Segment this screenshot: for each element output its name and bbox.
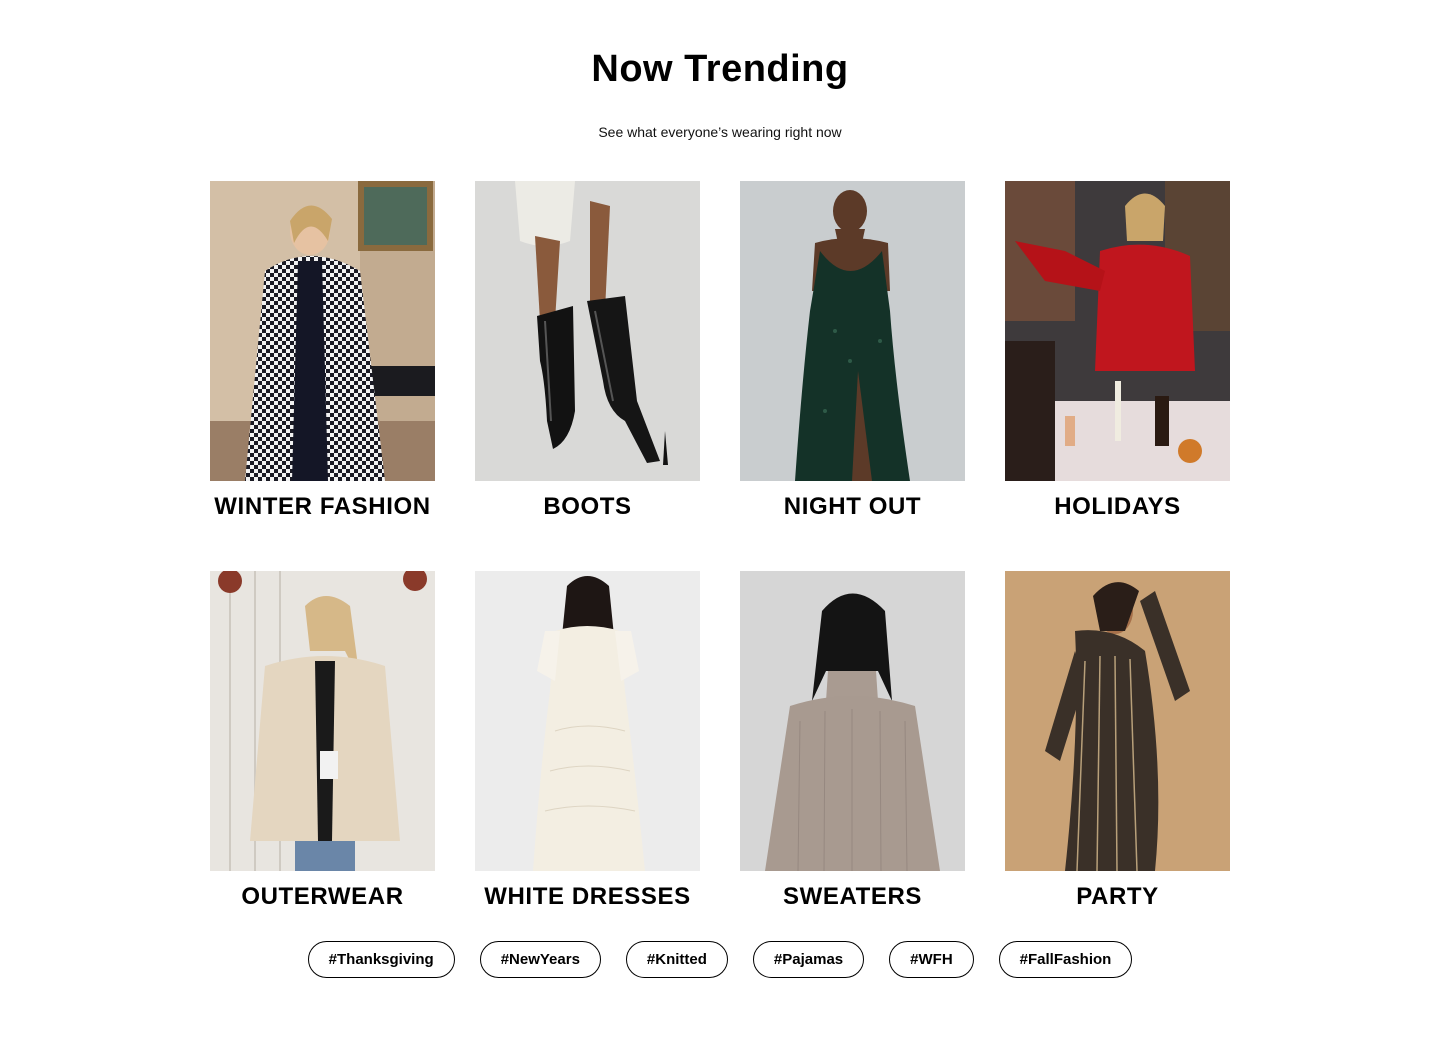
category-label[interactable]: NIGHT OUT	[740, 493, 965, 521]
category-image[interactable]	[740, 571, 965, 871]
category-label[interactable]: PARTY	[1005, 883, 1230, 911]
category-card-white-dresses[interactable]: WHITE DRESSES	[475, 571, 700, 912]
category-card-outerwear[interactable]: OUTERWEAR	[210, 571, 435, 912]
hashtag-knitted-button[interactable]: #Knitted	[625, 941, 728, 978]
hashtag-pajamas-button[interactable]: #Pajamas	[752, 941, 865, 978]
category-image[interactable]	[740, 181, 965, 481]
category-card-party[interactable]: PARTY	[1005, 571, 1230, 912]
hashtag-fallfashion-button[interactable]: #FallFashion	[998, 941, 1133, 978]
hashtag-newyears-button[interactable]: #NewYears	[479, 941, 601, 978]
category-label[interactable]: BOOTS	[475, 493, 700, 521]
category-label[interactable]: SWEATERS	[740, 883, 965, 911]
category-label[interactable]: HOLIDAYS	[1005, 493, 1230, 521]
page-title: Now Trending	[591, 48, 849, 90]
category-card-winter-fashion[interactable]: WINTER FASHION	[210, 181, 435, 522]
grey-turtleneck-sweater-photo	[740, 571, 965, 871]
hashtag-thanksgiving-button[interactable]: #Thanksgiving	[307, 941, 455, 978]
category-image[interactable]	[475, 571, 700, 871]
category-image[interactable]	[1005, 181, 1230, 481]
category-card-boots[interactable]: BOOTS	[475, 181, 700, 522]
hashtag-wfh-button[interactable]: #WFH	[889, 941, 974, 978]
category-image[interactable]	[210, 571, 435, 871]
category-grid: WINTER FASHION BOOTS NIGHT OUT HOLIDAYS …	[210, 181, 1230, 912]
woman-houndstooth-coat-photo	[210, 181, 435, 481]
category-label[interactable]: WHITE DRESSES	[475, 883, 700, 911]
category-card-night-out[interactable]: NIGHT OUT	[740, 181, 965, 522]
category-image[interactable]	[475, 181, 700, 481]
page-subtitle: See what everyone’s wearing right now	[598, 124, 842, 140]
trending-section: Now Trending See what everyone’s wearing…	[0, 0, 1440, 1040]
category-card-holidays[interactable]: HOLIDAYS	[1005, 181, 1230, 522]
red-blouse-holiday-party-photo	[1005, 181, 1230, 481]
category-image[interactable]	[1005, 571, 1230, 871]
white-lace-dress-photo	[475, 571, 700, 871]
category-card-sweaters[interactable]: SWEATERS	[740, 571, 965, 912]
green-sequin-gown-photo	[740, 181, 965, 481]
cream-shacket-photo	[210, 571, 435, 871]
black-knee-high-boots-photo	[475, 181, 700, 481]
category-label[interactable]: WINTER FASHION	[210, 493, 435, 521]
hashtag-list: #Thanksgiving #NewYears #Knitted #Pajama…	[0, 941, 1440, 978]
gold-sequin-dress-photo	[1005, 571, 1230, 871]
category-image[interactable]	[210, 181, 435, 481]
category-label[interactable]: OUTERWEAR	[210, 883, 435, 911]
